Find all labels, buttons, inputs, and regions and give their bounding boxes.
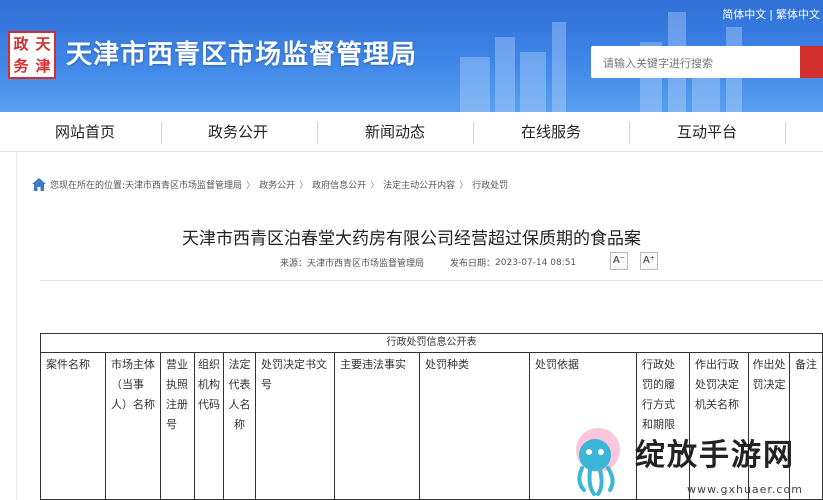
language-switcher: 简体中文 | 繁体中文: [722, 8, 820, 21]
table-header-cell: 市场主体（当事人）名称: [105, 352, 161, 500]
lang-traditional-link[interactable]: 繁体中文: [776, 8, 820, 21]
font-larger-button[interactable]: A⁺: [640, 252, 658, 270]
header-banner: 政 天 务 津 天津市西青区市场监督管理局 简体中文 | 繁体中文 请输入关键字进行…: [0, 0, 823, 112]
table-header-cell: 法定代表人名称: [223, 352, 256, 500]
main-nav: 网站首页 政务公开 新闻动态 在线服务 互动平台: [0, 112, 823, 152]
octopus-logo-icon: [576, 428, 620, 496]
logo-char: 政: [13, 35, 29, 53]
skyline-shape: [552, 22, 566, 112]
date-value: 2023-07-14 08:51: [495, 257, 577, 268]
home-icon: [32, 178, 46, 191]
breadcrumb-item[interactable]: 行政处罚: [472, 178, 508, 191]
table-header-cell: 处罚决定书文号: [255, 352, 335, 500]
breadcrumb-separator: 〉: [459, 181, 469, 191]
logo-char: 务: [13, 57, 29, 75]
breadcrumb-prefix: 您现在所在的位置:: [50, 181, 126, 191]
breadcrumb-separator: 〉: [299, 181, 309, 191]
source-value: 天津市西青区市场监督管理局: [307, 259, 425, 269]
nav-divider: [629, 122, 630, 144]
article-meta: 来源： 天津市西青区市场监督管理局 发布日期： 2023-07-14 08:51: [280, 256, 577, 270]
article-title: 天津市西青区泊春堂大药房有限公司经营超过保质期的食品案: [182, 229, 641, 249]
watermark-url: www.gxhuaer.com: [687, 483, 803, 496]
lang-simplified-link[interactable]: 简体中文: [722, 8, 766, 21]
skyline-shape: [520, 52, 546, 112]
breadcrumb-separator: 〉: [246, 181, 256, 191]
nav-news[interactable]: 新闻动态: [340, 112, 450, 152]
breadcrumb-item[interactable]: 法定主动公开内容: [383, 178, 455, 191]
nav-divider: [317, 122, 318, 144]
watermark-text: 绽放手游网: [635, 438, 795, 473]
nav-gov-affairs[interactable]: 政务公开: [183, 112, 293, 152]
breadcrumb-item[interactable]: 天津市西青区市场监督管理局: [125, 178, 242, 191]
nav-interaction[interactable]: 互动平台: [652, 112, 762, 152]
table-header-cell: 主要违法事实: [334, 352, 420, 500]
nav-divider: [161, 122, 162, 144]
date-label: 发布日期：: [450, 259, 496, 269]
site-title: 天津市西青区市场监督管理局: [66, 40, 418, 70]
site-logo[interactable]: 政 天 务 津: [8, 31, 56, 79]
breadcrumb-separator: 〉: [370, 181, 380, 191]
nav-divider: [473, 122, 474, 144]
breadcrumb-item[interactable]: 政府信息公开: [312, 178, 366, 191]
nav-online-service[interactable]: 在线服务: [496, 112, 606, 152]
nav-divider: [785, 122, 786, 144]
table-header-cell: 案件名称: [40, 352, 106, 500]
skyline-shape: [495, 37, 515, 112]
table-caption: 行政处罚信息公开表: [40, 333, 823, 353]
table-header-cell: 组织机构代码: [194, 352, 224, 500]
nav-home[interactable]: 网站首页: [30, 112, 140, 152]
breadcrumb-item[interactable]: 政务公开: [259, 178, 295, 191]
table-header-cell: 营业执照注册号: [160, 352, 195, 500]
search-input[interactable]: 请输入关键字进行搜索: [591, 46, 801, 78]
font-smaller-button[interactable]: A⁻: [610, 252, 628, 270]
skyline-shape: [460, 57, 490, 112]
logo-char: 天: [35, 35, 51, 53]
logo-char: 津: [35, 57, 51, 75]
table-header-cell: 处罚种类: [419, 352, 530, 500]
divider: [40, 280, 823, 281]
source-label: 来源：: [280, 259, 308, 269]
breadcrumb: 您现在所在的位置: 天津市西青区市场监督管理局 〉 政务公开 〉 政府信息公开 …: [32, 178, 508, 191]
watermark: 绽放手游网 www.gxhuaer.com: [555, 420, 823, 500]
search-button[interactable]: [800, 46, 823, 78]
